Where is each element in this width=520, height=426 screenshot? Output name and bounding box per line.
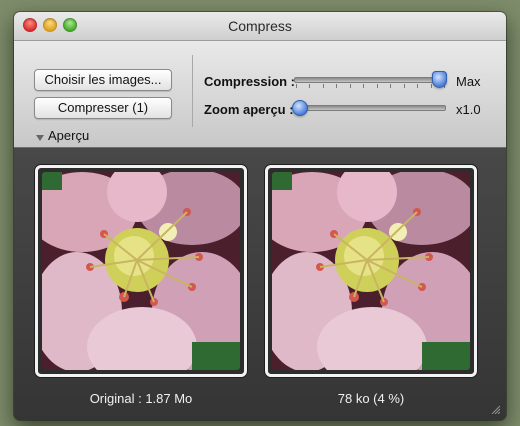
original-flower-image xyxy=(42,172,240,370)
compression-slider-ticks xyxy=(296,84,445,88)
zoom-label: Zoom aperçu : xyxy=(204,102,294,117)
slider-tick xyxy=(296,84,297,88)
toolbar: Choisir les images... Compresser (1) Com… xyxy=(14,41,506,148)
window-title: Compress xyxy=(228,18,292,34)
slider-tick xyxy=(309,84,311,88)
compression-value-label: Max xyxy=(456,74,481,89)
slider-tick xyxy=(376,84,378,88)
slider-tick xyxy=(430,84,432,88)
choose-images-button[interactable]: Choisir les images... xyxy=(34,69,172,91)
slider-tick xyxy=(363,84,365,88)
original-size-caption: Original : 1.87 Mo xyxy=(89,391,193,406)
slider-tick xyxy=(349,84,351,88)
preview-area: Original : 1.87 Mo 78 ko (4 %) xyxy=(14,148,506,420)
compressed-preview-frame xyxy=(265,165,477,377)
preview-toggle-label[interactable]: Aperçu xyxy=(48,128,89,143)
compression-slider-knob[interactable] xyxy=(432,71,447,88)
zoom-slider-track[interactable] xyxy=(294,105,446,111)
slider-tick xyxy=(417,84,419,88)
zoom-value-label: x1.0 xyxy=(456,102,481,117)
slider-tick xyxy=(322,84,324,88)
slider-tick xyxy=(336,84,338,88)
compress-button[interactable]: Compresser (1) xyxy=(34,97,172,119)
resize-grip-icon[interactable] xyxy=(490,404,500,414)
compress-window: Compress Choisir les images... Compresse… xyxy=(14,12,506,420)
title-bar: Compress xyxy=(14,12,506,41)
toolbar-divider xyxy=(192,55,193,127)
slider-tick xyxy=(390,84,392,88)
compression-label: Compression : xyxy=(204,74,296,89)
original-preview-frame xyxy=(35,165,247,377)
compressed-size-caption: 78 ko (4 %) xyxy=(337,391,405,406)
disclosure-triangle-icon[interactable] xyxy=(36,135,44,141)
compression-slider-track[interactable] xyxy=(294,77,446,83)
slider-tick xyxy=(403,84,405,88)
compressed-flower-image xyxy=(272,172,470,370)
zoom-slider-knob[interactable] xyxy=(292,100,308,116)
